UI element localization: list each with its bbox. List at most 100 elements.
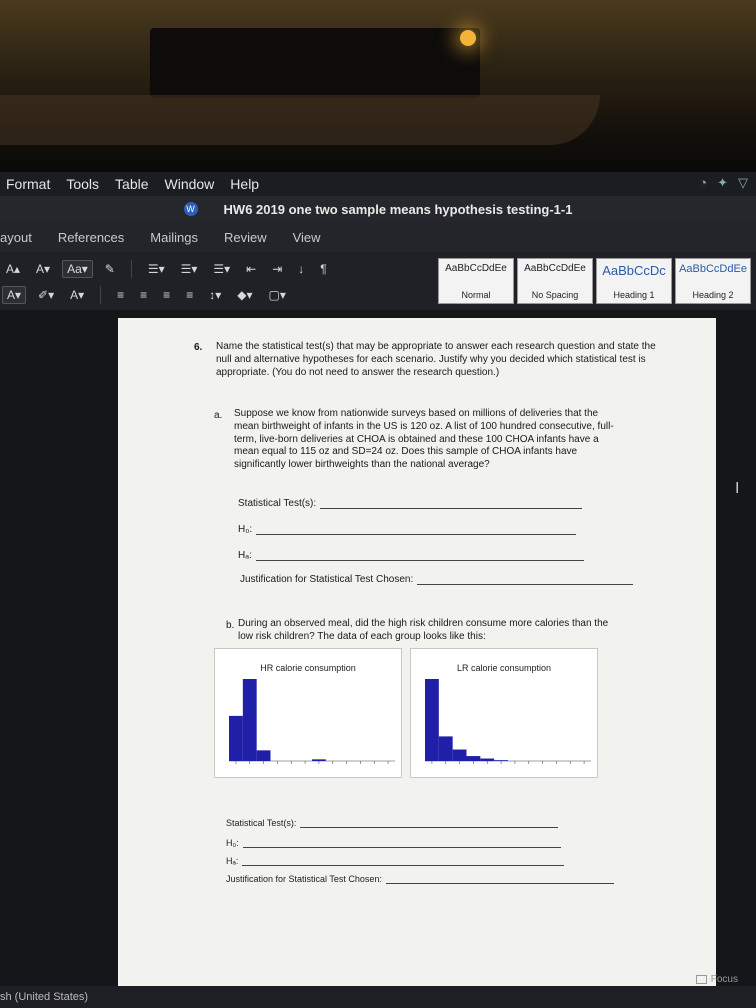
menu-help[interactable]: Help [230,176,259,192]
histogram-bar [480,758,495,761]
grow-font-icon[interactable]: A▴ [2,261,24,277]
menu-bar: Format Tools Table Window Help ◔ ✦ ▽ [0,172,756,196]
style-name: Normal [461,290,491,300]
background-shape [0,95,600,145]
ribbon-tabs: ayout References Mailings Review View [0,222,756,252]
answer-line[interactable] [255,550,584,561]
part-a-text: Suppose we know from nationwide surveys … [234,408,614,471]
question-number: 6. [194,342,203,353]
style-no-spacing[interactable]: AaBbCcDdEe No Spacing [517,258,593,304]
divider [100,286,102,304]
text-cursor-icon: I [735,480,740,497]
align-left-icon[interactable]: ≡ [113,287,128,303]
part-b-text: During an observed meal, did the high ri… [238,618,609,642]
paragraph-mark-icon[interactable]: ¶ [316,261,330,277]
part-b-label: b. [226,620,235,631]
part-b-justification[interactable]: Justification for Statistical Test Chose… [226,874,614,884]
answer-line[interactable] [256,524,577,535]
numbering-icon[interactable]: ☰▾ [177,261,202,277]
background-room [0,0,756,172]
styles-gallery: AaBbCcDdEe Normal AaBbCcDdEe No Spacing … [438,258,751,304]
font-color-icon[interactable]: A▾ [66,287,88,303]
tab-view[interactable]: View [293,230,321,245]
ribbon-toolbar: A▴ A▾ Aa▾ ✎ ☰▾ ☰▾ ☰▾ ⇤ ⇥ ↓ ¶ A▾ ✐▾ A▾ ≡ … [0,252,756,310]
divider [130,260,132,278]
field-label: Hₐ: [238,550,252,561]
justify-icon[interactable]: ≡ [182,287,197,303]
histogram-bar [242,679,257,761]
tab-references[interactable]: References [58,230,124,245]
tab-mailings[interactable]: Mailings [150,230,198,245]
histogram-bar [452,749,467,761]
sort-icon[interactable]: ↓ [294,261,308,277]
answer-line[interactable] [242,856,565,866]
hr-histogram-plot [229,679,395,764]
focus-label: Focus [710,974,738,985]
part-b-alt-hypothesis[interactable]: Hₐ: [226,856,565,866]
style-name: No Spacing [531,290,579,300]
histogram-bar [494,760,508,761]
style-heading-2[interactable]: AaBbCcDdEe Heading 2 [675,258,751,304]
menu-window[interactable]: Window [165,176,215,192]
tab-layout[interactable]: ayout [0,230,32,245]
menu-tools[interactable]: Tools [66,176,99,192]
answer-line[interactable] [417,574,634,585]
answer-line[interactable] [385,874,614,884]
focus-mode[interactable]: Focus [695,974,738,985]
answer-line[interactable] [320,498,583,509]
question-text: Name the statistical test(s) that may be… [216,341,656,378]
part-a-statistical-tests[interactable]: Statistical Test(s): [238,498,583,509]
hr-histogram: HR calorie consumption [214,648,402,778]
change-case-icon[interactable]: Aa▾ [62,260,93,278]
style-name: Heading 1 [613,290,655,300]
shading-icon[interactable]: ◆▾ [233,287,256,303]
align-right-icon[interactable]: ≡ [159,287,174,303]
multilevel-list-icon[interactable]: ☰▾ [209,261,234,277]
part-a-alt-hypothesis[interactable]: Hₐ: [238,550,584,561]
window-titlebar: W HW6 2019 one two sample means hypothes… [0,196,756,222]
line-spacing-icon[interactable]: ↕▾ [205,287,225,303]
vpn-icon[interactable]: ▽ [738,175,748,191]
style-preview: AaBbCcDdEe [445,263,507,274]
style-normal[interactable]: AaBbCcDdEe Normal [438,258,514,304]
part-a-null-hypothesis[interactable]: H₀: [238,524,577,535]
language-indicator[interactable]: sh (United States) [0,991,88,1003]
sync-icon[interactable]: ◔ [699,175,707,191]
window-title: HW6 2019 one two sample means hypothesis… [223,201,573,217]
increase-indent-icon[interactable]: ⇥ [268,261,286,277]
field-label: Hₐ: [226,856,239,866]
word-doc-icon: W [183,202,198,216]
borders-icon[interactable]: ▢▾ [265,287,290,303]
document-page[interactable]: 6. Name the statistical test(s) that may… [118,318,716,986]
bullets-icon[interactable]: ☰▾ [144,261,169,277]
menu-format[interactable]: Format [6,176,50,192]
lr-histogram: LR calorie consumption [410,648,598,778]
menu-table[interactable]: Table [115,176,148,192]
style-heading-1[interactable]: AaBbCcDc Heading 1 [596,258,672,304]
decrease-indent-icon[interactable]: ⇤ [242,261,260,277]
lr-histogram-plot [425,679,591,764]
status-bar: sh (United States) Focus [0,974,756,1008]
answer-line[interactable] [242,838,561,848]
style-name: Heading 2 [692,290,734,300]
shrink-font-icon[interactable]: A▾ [32,261,54,277]
answer-line[interactable] [300,818,559,828]
field-label: Justification for Statistical Test Chose… [240,574,414,585]
clear-format-icon[interactable]: ✎ [101,261,119,277]
highlight-icon[interactable]: ✐▾ [34,287,58,303]
extension-icon[interactable]: ✦ [717,175,728,191]
part-b-statistical-tests[interactable]: Statistical Test(s): [226,818,559,828]
tab-review[interactable]: Review [224,230,267,245]
part-a-label: a. [214,410,223,421]
align-center-icon[interactable]: ≡ [136,287,151,303]
ribbon-row-1: A▴ A▾ Aa▾ ✎ ☰▾ ☰▾ ☰▾ ⇤ ⇥ ↓ ¶ [0,256,331,282]
field-label: Statistical Test(s): [238,498,317,509]
field-label: Statistical Test(s): [226,818,297,828]
dark-object [150,28,480,98]
field-label: H₀: [238,524,253,535]
menubar-status-icons: ◔ ✦ ▽ [699,175,748,191]
part-a-justification[interactable]: Justification for Statistical Test Chose… [240,574,634,585]
part-b-null-hypothesis[interactable]: H₀: [226,838,561,848]
text-effects-icon[interactable]: A▾ [2,286,27,304]
histogram-bar [466,756,481,761]
